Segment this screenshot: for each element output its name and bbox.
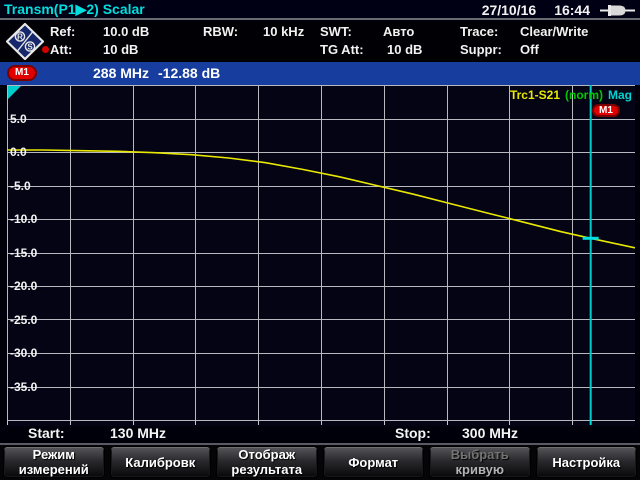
rbw-label: RBW: [203, 24, 238, 39]
softkey-bar: Режимизмерений Калибровк Отображрезультата… [0, 443, 640, 480]
softkey-label: Настройка [552, 455, 620, 470]
frequency-axis-row: Start: 130 MHz Stop: 300 MHz [0, 423, 640, 443]
stop-label: Stop: [395, 425, 431, 441]
time-text: 16:44 [554, 2, 590, 18]
datetime: 27/10/16 16:44 [482, 0, 636, 20]
softkey-format[interactable]: Формат [323, 446, 425, 478]
start-value: 130 MHz [110, 425, 166, 441]
date-text: 27/10/16 [482, 2, 537, 18]
y-axis-label: -35.0 [10, 380, 37, 394]
trace-mode-label: Trace: [460, 24, 498, 39]
tg-att-value: 10 dB [387, 42, 422, 57]
att-active-dot-icon [42, 46, 49, 53]
softkey-measurement-mode[interactable]: Режимизмерений [3, 446, 105, 478]
swt-label: SWT: [320, 24, 352, 39]
suppr-label: Suppr: [460, 42, 502, 57]
marker-badge: M1 [7, 65, 37, 81]
ref-label: Ref: [50, 24, 75, 39]
y-axis-label: -15.0 [10, 246, 37, 260]
swt-value: Авто [383, 24, 414, 39]
ref-position-indicator [8, 86, 21, 99]
marker-frequency: 288 MHz [93, 65, 149, 81]
softkey-display-result[interactable]: Отображрезультата [216, 446, 318, 478]
rohde-schwarz-logo: R S [6, 23, 44, 60]
softkey-label: Отображ [238, 447, 295, 462]
trace-name: Trc1-S21 [510, 88, 560, 102]
softkey-label: измерений [19, 462, 89, 477]
dc-power-icon [600, 4, 636, 17]
y-axis-label: -10.0 [10, 212, 37, 226]
suppr-value: Off [520, 42, 539, 57]
trace-display-area: Trc1-S21 (norm) Mag M1 5.0 0.0 -5.0 -10.0 -15.… [0, 85, 640, 426]
trace-format: Mag [608, 88, 632, 102]
marker-level: -12.88 dB [158, 65, 220, 81]
softkey-label: Режим [33, 447, 75, 462]
softkey-calibration[interactable]: Калибровк [110, 446, 212, 478]
tg-att-label: TG Att: [320, 42, 364, 57]
softkey-select-trace: Выбратькривую [429, 446, 531, 478]
y-axis-label: 0.0 [10, 145, 27, 159]
plot-grid [7, 85, 635, 426]
measurement-title: Transm(P1▶2) Scalar [4, 1, 145, 18]
softkey-label: Выбрать [451, 447, 509, 462]
title-bar: Transm(P1▶2) Scalar 27/10/16 16:44 [0, 0, 640, 20]
svg-text:S: S [27, 42, 33, 51]
marker-flag[interactable]: M1 [592, 104, 620, 117]
y-axis-label: 5.0 [10, 112, 27, 126]
ref-value: 10.0 dB [103, 24, 149, 39]
y-axis-label: -25.0 [10, 313, 37, 327]
y-axis-label: -20.0 [10, 279, 37, 293]
trace-norm: (norm) [565, 88, 603, 102]
y-axis-label: -30.0 [10, 346, 37, 360]
softkey-label: Калибровк [125, 455, 195, 470]
settings-header: R S Ref: 10.0 dB RBW: 10 kHz SWT: Авто T… [0, 22, 640, 62]
softkey-setup[interactable]: Настройка [536, 446, 638, 478]
stop-value: 300 MHz [462, 425, 518, 441]
marker-trace-point [583, 237, 599, 240]
marker-readout-bar: M1 288 MHz -12.88 dB [0, 62, 640, 85]
trace-mode-value: Clear/Write [520, 24, 588, 39]
rbw-value: 10 kHz [263, 24, 304, 39]
start-label: Start: [28, 425, 65, 441]
softkey-label: Формат [348, 455, 398, 470]
trace-label: Trc1-S21 (norm) Mag [510, 88, 632, 102]
att-value: 10 dB [103, 42, 138, 57]
analyzer-screen: Transm(P1▶2) Scalar 27/10/16 16:44 R S R… [0, 0, 640, 480]
softkey-label: результата [231, 462, 302, 477]
att-label: Att: [50, 42, 72, 57]
y-axis-label: -5.0 [10, 179, 31, 193]
svg-text:R: R [17, 32, 23, 41]
softkey-label: кривую [456, 462, 504, 477]
